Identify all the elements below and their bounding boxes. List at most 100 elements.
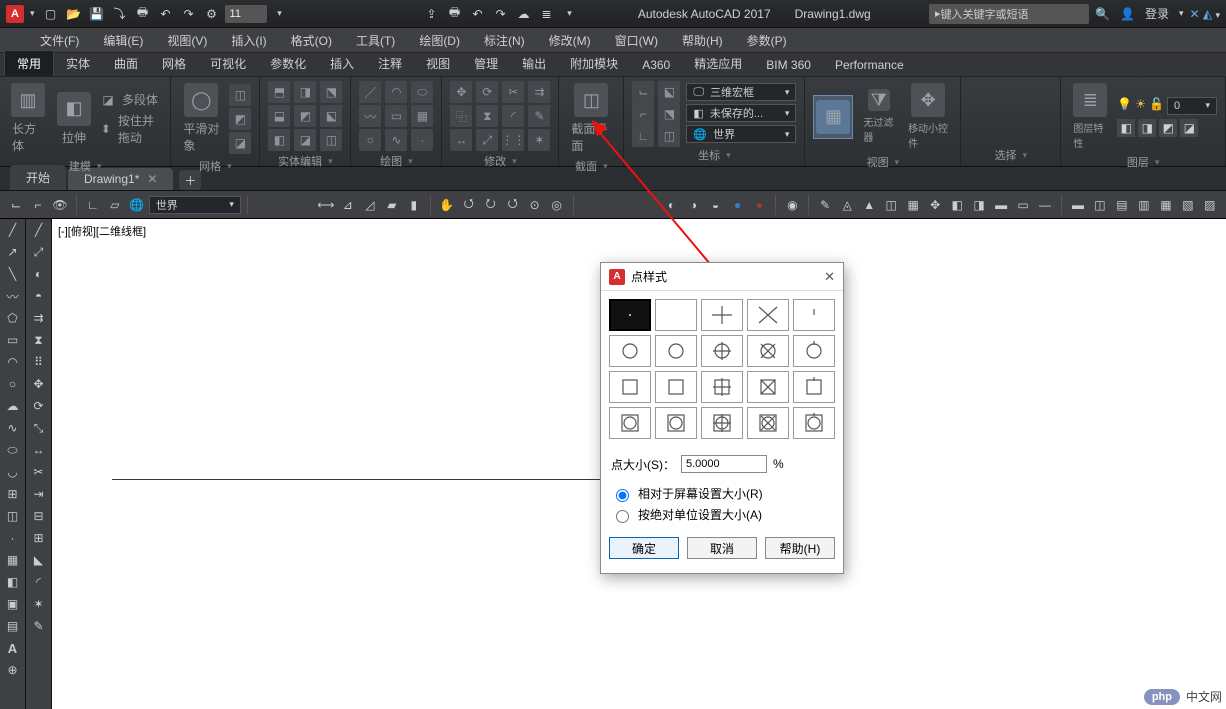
mtext-icon[interactable]: A	[0, 637, 25, 659]
presspull-icon[interactable]: ⬍	[100, 122, 112, 136]
bulb-icon[interactable]: 💡	[1117, 97, 1132, 115]
orbit2-icon[interactable]: ⭮	[481, 194, 501, 216]
print-icon[interactable]: 🖶	[445, 4, 465, 24]
pstyle-sq-x[interactable]	[747, 371, 789, 403]
mod-stretch-icon[interactable]: ↔	[26, 439, 51, 461]
layer-tool-icon[interactable]: ◧	[1117, 119, 1135, 137]
dim2-icon[interactable]: ⊿	[338, 194, 358, 216]
pstyle-plus[interactable]	[701, 299, 743, 331]
tab-home[interactable]: 常用	[4, 50, 54, 76]
mod-offset-icon[interactable]: ⇉	[26, 307, 51, 329]
tab-bim360[interactable]: BIM 360	[754, 54, 823, 76]
ucs2-icon[interactable]: ⌐	[28, 194, 48, 216]
region-icon[interactable]: ▣	[0, 593, 25, 615]
mesh-tool-icon[interactable]: ◪	[229, 132, 251, 154]
tab-manage[interactable]: 管理	[462, 51, 510, 76]
ellipse-icon[interactable]: ⬭	[411, 81, 433, 103]
tab-view[interactable]: 视图	[414, 51, 462, 76]
ucs-icon[interactable]: ⌙	[6, 194, 26, 216]
ellipse-icon[interactable]: ⬭	[0, 439, 25, 461]
vs4-icon[interactable]: ●	[727, 194, 747, 216]
nav4-icon[interactable]: ◫	[881, 194, 901, 216]
save-icon[interactable]: 💾	[87, 4, 107, 24]
solidedit-tool-icon[interactable]: ⬒	[268, 81, 290, 103]
solidedit-tool-icon[interactable]: ◩	[294, 105, 316, 127]
vp5-icon[interactable]: ▦	[1156, 194, 1176, 216]
view-style-combo[interactable]: 🖵三维宏框	[686, 83, 796, 101]
nav6-icon[interactable]: ✥	[925, 194, 945, 216]
hatch-icon[interactable]: ▦	[411, 105, 433, 127]
orbit-icon[interactable]: ⭯	[459, 194, 479, 216]
mesh-tool-icon[interactable]: ◩	[229, 108, 251, 130]
pstyle-sq[interactable]	[609, 371, 651, 403]
qat-number-box[interactable]: 11	[225, 5, 267, 23]
help-icon[interactable]: ◭	[1203, 7, 1212, 21]
mod-break-icon[interactable]: ⊟	[26, 505, 51, 527]
nav11-icon[interactable]: —	[1035, 194, 1055, 216]
nav5-icon[interactable]: ▦	[903, 194, 923, 216]
explode-icon[interactable]: ✶	[528, 129, 550, 151]
steering-icon[interactable]: ◎	[547, 194, 567, 216]
menu-draw[interactable]: 绘图(D)	[409, 29, 470, 52]
menu-file[interactable]: 文件(F)	[30, 29, 89, 52]
insert-icon[interactable]: ⊞	[0, 483, 25, 505]
pstyle-sq-circle2[interactable]	[655, 407, 697, 439]
point-icon[interactable]: ·	[411, 129, 433, 151]
box-button[interactable]: ▥ 长方体	[8, 81, 48, 156]
spline-icon[interactable]: ∿	[0, 417, 25, 439]
mod-mirror-icon[interactable]: ⧗	[26, 329, 51, 351]
solidedit-tool-icon[interactable]: ⬓	[268, 105, 290, 127]
ucs-icon[interactable]: ⬔	[658, 103, 680, 125]
qat2-more-icon[interactable]: ▾	[560, 4, 580, 24]
infocenter-icon[interactable]: 🔍	[1095, 7, 1110, 21]
orbit3-icon[interactable]: ⭯	[503, 194, 523, 216]
pstyle-circle-tick[interactable]	[793, 335, 835, 367]
orbit4-icon[interactable]: ⊙	[525, 194, 545, 216]
angle-icon[interactable]: ∟	[83, 194, 103, 216]
vp7-icon[interactable]: ▨	[1200, 194, 1220, 216]
gradient-icon[interactable]: ◧	[0, 571, 25, 593]
radio-relative[interactable]: 相对于屏幕设置大小(R)	[611, 483, 833, 504]
menu-insert[interactable]: 插入(I)	[221, 29, 276, 52]
nofilter-button[interactable]: ⧩无过滤器	[859, 87, 898, 146]
mod-chamfer-icon[interactable]: ◣	[26, 549, 51, 571]
offset-icon[interactable]: ⇉	[528, 81, 550, 103]
open-icon[interactable]: 📂	[64, 4, 84, 24]
sun-icon[interactable]: ☀	[1135, 97, 1146, 115]
array-icon[interactable]: ⋮⋮	[502, 129, 524, 151]
world-combo[interactable]: 🌐世界	[686, 125, 796, 143]
solidedit-tool-icon[interactable]: ⬔	[320, 81, 342, 103]
layer-tool-icon[interactable]: ◩	[1159, 119, 1177, 137]
gizmo-button[interactable]: ✥移动小控件	[904, 81, 952, 152]
scale-icon[interactable]: ⤢	[476, 129, 498, 151]
help-button[interactable]: 帮助(H)	[765, 537, 835, 559]
mod-extend-icon[interactable]: ⇥	[26, 483, 51, 505]
rect-icon[interactable]: ▭	[385, 105, 407, 127]
menu-help[interactable]: 帮助(H)	[672, 29, 733, 52]
vs3-icon[interactable]: ◒	[705, 194, 725, 216]
login-button[interactable]: 登录	[1145, 5, 1169, 22]
tab-performance[interactable]: Performance	[823, 54, 916, 76]
point-icon[interactable]: ·	[0, 527, 25, 549]
app-menu-arrow[interactable]: ▾	[30, 8, 35, 19]
layers-icon[interactable]: ≣	[537, 4, 557, 24]
mod3-icon[interactable]: ◓	[26, 285, 51, 307]
nav1-icon[interactable]: ✎	[815, 194, 835, 216]
pstyle-circle[interactable]	[609, 335, 651, 367]
vs2-icon[interactable]: ◑	[683, 194, 703, 216]
search-input[interactable]: ▸ 键入关键字或短语	[929, 4, 1089, 24]
pstyle-sq2[interactable]	[655, 371, 697, 403]
mirror-icon[interactable]: ⧗	[476, 105, 498, 127]
solidedit-tool-icon[interactable]: ⬕	[320, 105, 342, 127]
menu-modify[interactable]: 修改(M)	[539, 29, 601, 52]
tab-annotate[interactable]: 注释	[366, 51, 414, 76]
panel-solidedit-title[interactable]: 实体编辑	[278, 151, 333, 172]
plane-icon[interactable]: ▱	[105, 194, 125, 216]
menu-edit[interactable]: 编辑(E)	[93, 29, 153, 52]
globe-icon[interactable]: 🌐	[127, 194, 147, 216]
tab-visualize[interactable]: 可视化	[198, 51, 258, 76]
undo2-icon[interactable]: ↶	[468, 4, 488, 24]
fillet-icon[interactable]: ◜	[502, 105, 524, 127]
polysolid-icon[interactable]: ◪	[100, 93, 116, 107]
pstyle-circle2[interactable]	[655, 335, 697, 367]
